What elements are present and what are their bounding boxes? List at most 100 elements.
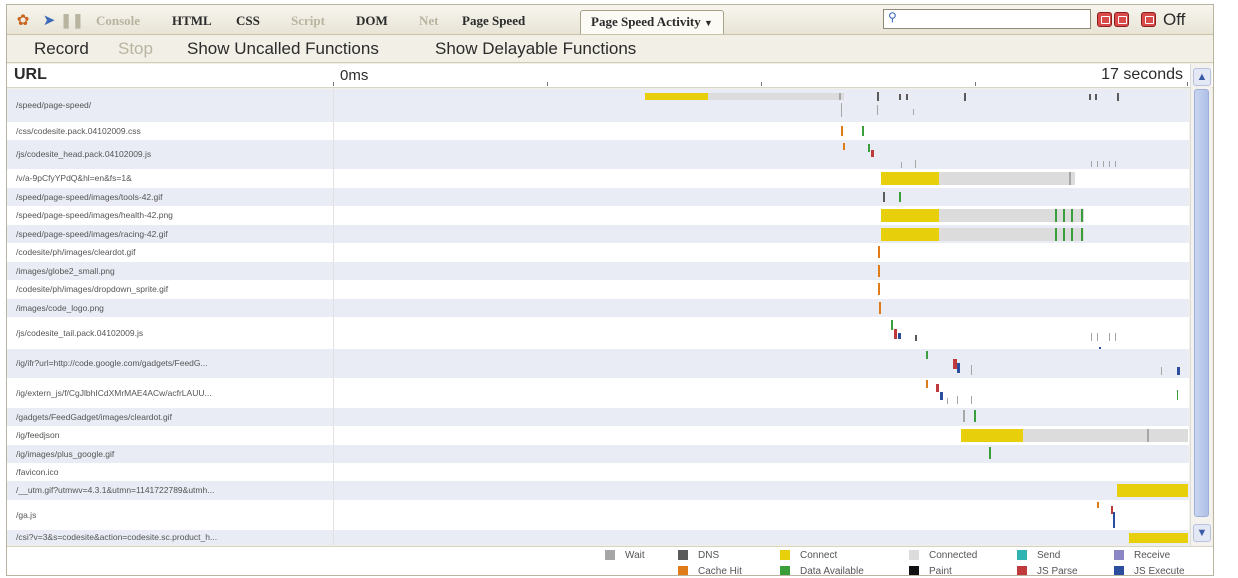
- activity-segment: [878, 265, 880, 277]
- activity-segment: [891, 320, 893, 330]
- scroll-down-icon[interactable]: ▼: [1193, 524, 1211, 542]
- row-url: /images/globe2_small.png: [16, 266, 115, 276]
- off-toggle[interactable]: Off: [1163, 10, 1185, 30]
- activity-segment: [881, 209, 939, 222]
- table-row[interactable]: /codesite/ph/images/dropdown_sprite.gif: [7, 280, 1189, 299]
- activity-segment: [1063, 209, 1065, 222]
- activity-segment: [1091, 333, 1092, 341]
- tab-html[interactable]: HTML: [172, 13, 212, 29]
- legend-swatch: [1017, 566, 1027, 575]
- activity-segment: [901, 162, 902, 168]
- legend-item: Data Available: [780, 564, 864, 575]
- row-url: /js/codesite_tail.pack.04102009.js: [16, 328, 144, 338]
- row-url: /codesite/ph/images/dropdown_sprite.gif: [16, 284, 169, 294]
- activity-segment: [841, 103, 842, 117]
- tab-css[interactable]: CSS: [236, 13, 260, 29]
- row-url: /favicon.ico: [16, 467, 59, 477]
- activity-toolbar: Record Stop Show Uncalled Functions Show…: [7, 36, 1213, 63]
- record-button[interactable]: Record: [34, 39, 89, 59]
- tab-page-speed-activity[interactable]: Page Speed Activity ▼: [580, 10, 724, 34]
- search-input[interactable]: [883, 9, 1091, 29]
- table-row[interactable]: /images/code_logo.png: [7, 299, 1189, 317]
- activity-segment: [877, 105, 878, 115]
- table-row[interactable]: /speed/page-speed/images/racing-42.gif: [7, 225, 1189, 243]
- tab-console[interactable]: Console: [96, 13, 140, 29]
- activity-segment: [1091, 161, 1092, 167]
- activity-segment: [915, 160, 916, 168]
- table-row[interactable]: /ig/images/plus_google.gif: [7, 445, 1189, 463]
- legend-item: Send: [1017, 548, 1060, 562]
- activity-segment: [963, 410, 965, 422]
- legend-swatch: [678, 550, 688, 560]
- table-row[interactable]: /css/codesite.pack.04102009.css: [7, 122, 1189, 140]
- table-row[interactable]: /images/globe2_small.png: [7, 262, 1189, 280]
- detach-window-icon[interactable]: [1114, 12, 1129, 27]
- table-row[interactable]: /ig/feedjson: [7, 426, 1189, 445]
- activity-segment: [1097, 333, 1098, 341]
- tab-page-speed[interactable]: Page Speed: [462, 13, 525, 29]
- activity-segment: [1147, 429, 1149, 442]
- close-window-icon[interactable]: [1141, 12, 1156, 27]
- activity-segment: [1115, 161, 1116, 167]
- activity-segment: [971, 396, 972, 404]
- table-row[interactable]: /js/codesite_head.pack.04102009.js: [7, 140, 1189, 169]
- activity-segment: [878, 283, 880, 295]
- activity-segment: [839, 93, 841, 100]
- show-delayable-functions-button[interactable]: Show Delayable Functions: [435, 39, 636, 59]
- table-row[interactable]: /ig/extern_js/f/CgJlbhICdXMrMAE4ACw/acfr…: [7, 378, 1189, 408]
- activity-segment: [881, 172, 939, 185]
- table-row[interactable]: /__utm.gif?utmwv=4.3.1&utmn=1141722789&u…: [7, 481, 1189, 500]
- activity-segment: [913, 109, 914, 115]
- table-row[interactable]: /speed/page-speed/images/health-42.png: [7, 206, 1189, 225]
- activity-segment: [947, 398, 948, 404]
- table-row[interactable]: /csi?v=3&s=codesite&action=codesite.sc.p…: [7, 530, 1189, 545]
- legend-label: Connect: [800, 549, 838, 561]
- activity-segment: [915, 335, 917, 341]
- table-row[interactable]: /favicon.ico: [7, 463, 1189, 481]
- table-row[interactable]: /codesite/ph/images/cleardot.gif: [7, 243, 1189, 262]
- activity-segment: [1103, 161, 1104, 167]
- page-speed-activity-panel: ✿ ➤ ❚❚ Console HTML CSS Script DOM Net P…: [6, 4, 1214, 576]
- table-row[interactable]: /gadgets/FeedGadget/images/cleardot.gif: [7, 408, 1189, 426]
- legend-item: JS Parse: [1017, 564, 1078, 575]
- activity-segment: [1071, 209, 1073, 222]
- legend-label: Paint: [929, 565, 952, 576]
- activity-segment: [974, 410, 976, 422]
- pause-icon[interactable]: ❚❚: [60, 10, 83, 30]
- inspect-cursor-icon[interactable]: ➤: [39, 10, 59, 30]
- activity-segment: [894, 329, 897, 339]
- firebug-bug-icon[interactable]: ✿: [13, 10, 33, 30]
- activity-segment: [881, 228, 939, 241]
- minimize-window-icon[interactable]: [1097, 12, 1112, 27]
- activity-segment: [1097, 502, 1099, 508]
- legend-label: Connected: [929, 549, 978, 561]
- row-url: /ig/images/plus_google.gif: [16, 449, 115, 459]
- activity-segment: [879, 302, 881, 314]
- table-row[interactable]: /ga.js: [7, 500, 1189, 530]
- table-row[interactable]: /js/codesite_tail.pack.04102009.js: [7, 317, 1189, 353]
- legend-label: Send: [1037, 549, 1061, 561]
- tab-net[interactable]: Net: [419, 13, 439, 29]
- activity-segment: [1109, 161, 1110, 167]
- timeline-tick: [333, 82, 334, 86]
- timeline-tick: [975, 82, 976, 86]
- legend-swatch: [678, 566, 688, 575]
- scroll-up-icon[interactable]: ▲: [1193, 68, 1211, 86]
- activity-segment: [1129, 533, 1188, 543]
- table-row[interactable]: /ig/ifr?url=http://code.google.com/gadge…: [7, 349, 1189, 378]
- show-uncalled-functions-button[interactable]: Show Uncalled Functions: [187, 39, 379, 59]
- legend-swatch: [605, 550, 615, 560]
- activity-segment: [1055, 228, 1057, 241]
- legend-item: Paint: [909, 564, 952, 576]
- tab-script[interactable]: Script: [291, 13, 325, 29]
- stop-button[interactable]: Stop: [118, 39, 153, 59]
- activity-segment: [1095, 94, 1097, 100]
- tab-dom[interactable]: DOM: [356, 13, 388, 29]
- vertical-scrollbar[interactable]: ▲ ▼: [1190, 64, 1212, 546]
- scrollbar-thumb[interactable]: [1194, 89, 1209, 517]
- table-row[interactable]: /speed/page-speed/images/tools-42.gif: [7, 188, 1189, 206]
- activity-segment: [708, 93, 844, 100]
- table-row[interactable]: /v/a-9pCfyYPdQ&hl=en&fs=1&: [7, 169, 1189, 188]
- table-row[interactable]: /speed/page-speed/: [7, 89, 1189, 122]
- url-column-header: URL: [14, 66, 47, 83]
